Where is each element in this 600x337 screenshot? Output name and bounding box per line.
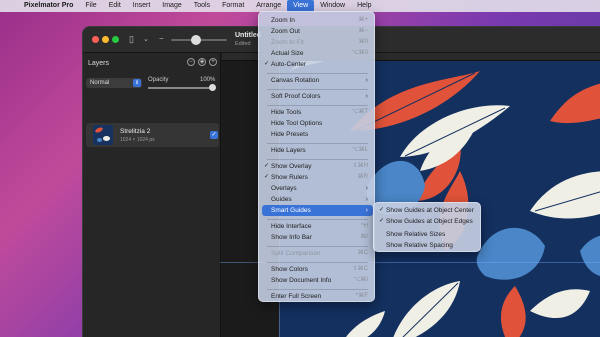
layers-panel-title: Layers — [88, 60, 110, 67]
chevron-down-icon[interactable]: ⌄ — [143, 35, 149, 43]
menu-item-zoom-in[interactable]: Zoom In ⌘+ — [262, 15, 373, 26]
menu-item-show-overlay[interactable]: ✓ Show Overlay ⇧⌘H — [262, 161, 373, 172]
shortcut: ⌘− — [358, 28, 368, 34]
shortcut: ⌘C — [357, 250, 368, 256]
menu-item-guides[interactable]: Guides › — [262, 194, 373, 205]
layer-style-icon[interactable]: ◈ — [198, 58, 206, 66]
layer-name: Strelitzia 2 — [120, 128, 151, 135]
menu-item-show-document-info[interactable]: Show Document Info ⌥⌘I — [262, 275, 373, 286]
menu-item-show-colors[interactable]: Show Colors ⇧⌘C — [262, 264, 373, 275]
menu-format[interactable]: Format — [216, 0, 250, 12]
checkmark-icon: ✓ — [264, 174, 270, 180]
submenu-item-guides-object-edges[interactable]: ✓ Show Guides at Object Edges — [377, 216, 479, 227]
opacity-slider-track[interactable] — [148, 87, 214, 89]
layers-panel: Layers − ◈ + Normal ⇕ Opacity 100% Strel… — [83, 53, 221, 337]
menu-item-soft-proof-colors[interactable]: Soft Proof Colors › — [262, 91, 373, 102]
blend-mode-value: Normal — [90, 80, 110, 86]
zoom-slider-knob[interactable] — [191, 35, 201, 45]
opacity-slider-knob[interactable] — [209, 84, 216, 91]
layer-thumbnail — [93, 125, 113, 145]
shortcut: ⌘R — [357, 174, 368, 180]
chevron-updown-icon: ⇕ — [133, 79, 141, 87]
shortcut: ⌥⌘T — [351, 109, 368, 115]
chevron-right-icon: › — [365, 207, 368, 214]
menu-separator — [267, 73, 368, 74]
submenu-item-guides-object-center[interactable]: ✓ Show Guides at Object Center — [377, 205, 479, 216]
shortcut: ⌘+ — [358, 17, 368, 23]
menu-item-hide-interface[interactable]: Hide Interface ^H — [262, 221, 373, 232]
menu-insert[interactable]: Insert — [127, 0, 157, 12]
menu-item-show-rulers[interactable]: ✓ Show Rulers ⌘R — [262, 172, 373, 183]
blend-mode-select[interactable]: Normal ⇕ — [86, 78, 142, 88]
shortcut: ⇧⌘C — [352, 266, 368, 272]
menu-separator — [267, 246, 368, 247]
layer-size: 1024 × 1024 px — [120, 137, 155, 143]
view-menu: Zoom In ⌘+ Zoom Out ⌘− Zoom to Fit ⌘0 Ac… — [258, 11, 375, 302]
menu-separator — [267, 89, 368, 90]
chevron-right-icon: › — [365, 185, 368, 192]
menu-item-split-comparison: Split Comparison ⌘C — [271, 250, 368, 257]
add-layer-icon[interactable]: + — [209, 58, 217, 66]
menu-app[interactable]: Pixelmator Pro — [18, 0, 79, 12]
shortcut: ⇧⌘H — [352, 163, 368, 169]
menu-item-auto-center[interactable]: ✓ Auto-Center — [262, 59, 373, 70]
menu-item-hide-layers[interactable]: Hide Layers ⌥⌘L — [262, 145, 373, 156]
close-button[interactable] — [92, 36, 99, 43]
layer-row[interactable]: Strelitzia 2 1024 × 1024 px ✓ — [86, 123, 219, 147]
checkmark-icon: ✓ — [264, 61, 270, 67]
menu-item-actual-size[interactable]: Actual Size ⌥⌘0 — [262, 48, 373, 59]
chevron-right-icon: › — [365, 93, 368, 100]
menu-separator — [267, 143, 368, 144]
menu-separator — [267, 105, 368, 106]
menu-item-zoom-out[interactable]: Zoom Out ⌘− — [262, 26, 373, 37]
smart-guides-submenu: ✓ Show Guides at Object Center ✓ Show Gu… — [373, 202, 481, 252]
checkmark-icon: ✓ — [379, 207, 385, 213]
sidebar-toggle-icon[interactable]: ▯ — [129, 34, 134, 45]
submenu-item-relative-spacing[interactable]: Show Relative Spacing — [377, 240, 479, 251]
menu-item-smart-guides[interactable]: Smart Guides › — [262, 205, 373, 216]
submenu-item-relative-sizes[interactable]: Show Relative Sizes — [377, 229, 479, 240]
remove-layer-icon[interactable]: − — [187, 58, 195, 66]
menu-item-hide-tools[interactable]: Hide Tools ⌥⌘T — [262, 107, 373, 118]
menu-item-zoom-to-fit: Zoom to Fit ⌘0 — [271, 39, 368, 46]
shortcut: ⌘0 — [358, 39, 368, 45]
menu-item-canvas-rotation[interactable]: Canvas Rotation › — [262, 75, 373, 86]
shortcut: ⌥⌘I — [353, 277, 368, 283]
checkmark-icon: ✓ — [379, 218, 385, 224]
menu-separator — [267, 219, 368, 220]
opacity-value[interactable]: 100% — [200, 77, 215, 83]
menu-item-show-info-bar[interactable]: Show Info Bar ⌘/ — [262, 232, 373, 243]
menu-separator — [267, 159, 368, 160]
fullscreen-button[interactable] — [112, 36, 119, 43]
layers-panel-buttons: − ◈ + — [187, 58, 217, 66]
menu-item-enter-full-screen[interactable]: Enter Full Screen ^⌘F — [262, 291, 373, 302]
menu-file[interactable]: File — [79, 0, 102, 12]
menu-image[interactable]: Image — [156, 0, 187, 12]
menu-tools[interactable]: Tools — [188, 0, 216, 12]
menu-item-hide-presets[interactable]: Hide Presets — [262, 129, 373, 140]
minimize-button[interactable] — [102, 36, 109, 43]
shortcut: ⌘/ — [360, 234, 368, 240]
menu-separator — [267, 262, 368, 263]
opacity-label: Opacity — [148, 77, 169, 83]
shortcut: ⌥⌘0 — [351, 50, 368, 56]
zoom-out-icon[interactable]: − — [159, 34, 164, 43]
menu-item-overlays[interactable]: Overlays › — [262, 183, 373, 194]
chevron-right-icon: › — [365, 196, 368, 203]
document-status: Edited — [235, 41, 251, 47]
checkmark-icon: ✓ — [264, 163, 270, 169]
menu-edit[interactable]: Edit — [103, 0, 127, 12]
layer-visibility-checkbox[interactable]: ✓ — [210, 131, 218, 139]
menu-item-hide-tool-options[interactable]: Hide Tool Options — [262, 118, 373, 129]
shortcut: ^⌘F — [355, 293, 368, 299]
shortcut: ⌥⌘L — [351, 147, 368, 153]
chevron-right-icon: › — [365, 77, 368, 84]
shortcut: ^H — [360, 223, 368, 229]
menu-separator — [267, 289, 368, 290]
